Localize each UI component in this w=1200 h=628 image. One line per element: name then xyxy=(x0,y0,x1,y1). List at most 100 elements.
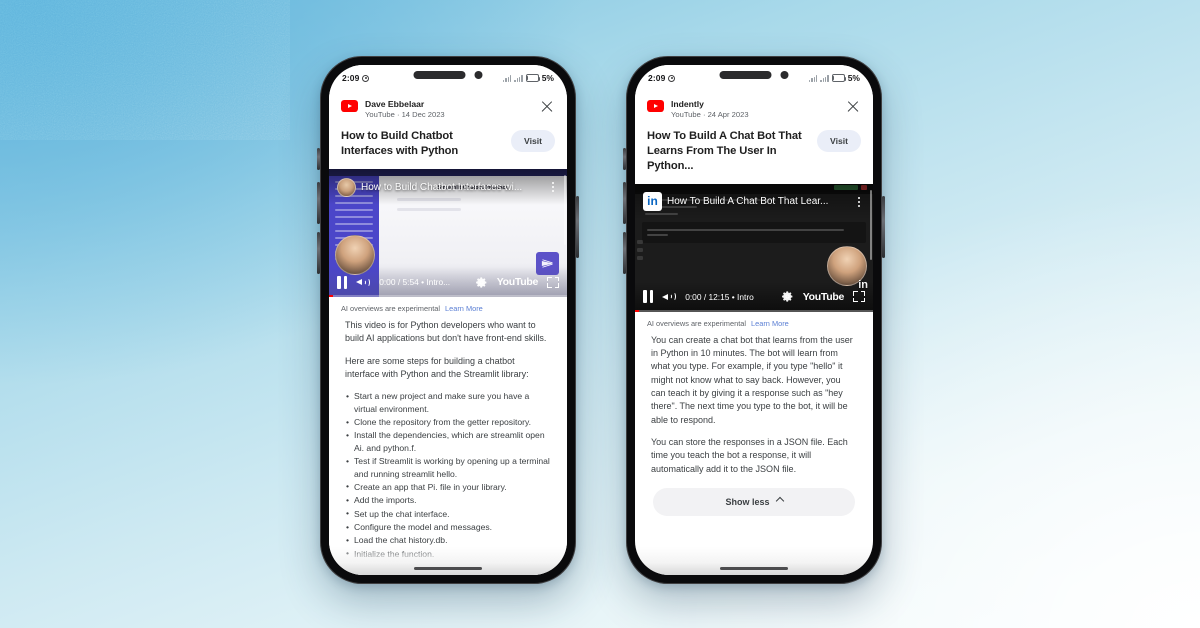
fullscreen-icon[interactable] xyxy=(547,276,559,288)
home-indicator[interactable] xyxy=(414,567,482,570)
editor-gutter xyxy=(637,236,643,264)
volume-icon[interactable] xyxy=(662,290,676,303)
power-button[interactable] xyxy=(576,196,579,258)
battery-percent: 5% xyxy=(541,73,554,83)
status-bar: 2:09 5% xyxy=(329,65,567,91)
player-top-overlay: in How To Build A Chat Bot That Lear... xyxy=(635,183,873,220)
list-item: Set up the chat interface. xyxy=(345,507,551,520)
progress-scrubber[interactable] xyxy=(329,295,567,298)
learn-more-link[interactable]: Learn More xyxy=(751,319,789,328)
source-row: Dave Ebbelaar YouTube · 14 Dec 2023 xyxy=(341,99,555,120)
video-player-left[interactable]: Streamlit Chatbot Interface How to Build… xyxy=(329,169,567,298)
learn-more-link[interactable]: Learn More xyxy=(445,304,483,313)
power-button[interactable] xyxy=(882,196,885,258)
cellular-signal-icon xyxy=(502,74,512,82)
silent-switch[interactable] xyxy=(317,148,320,170)
channel-name: Dave Ebbelaar xyxy=(365,99,425,109)
status-time: 2:09 xyxy=(648,73,666,83)
battery-percent: 5% xyxy=(847,73,860,83)
grain-overlay xyxy=(0,0,290,140)
youtube-wordmark: YouTube xyxy=(496,276,539,289)
player-overlay-title: How to Build Chatbot Interfaces wi... xyxy=(361,181,523,193)
ai-paragraph: You can store the responses in a JSON fi… xyxy=(651,437,848,474)
page-title: How to Build Chatbot Interfaces with Pyt… xyxy=(341,130,459,158)
player-time-label: 0:00 / 12:15 • Intro xyxy=(685,291,754,302)
gear-icon[interactable] xyxy=(781,290,794,303)
player-side-rail xyxy=(563,175,566,246)
status-bar: 2:09 5% xyxy=(635,65,873,91)
silent-switch[interactable] xyxy=(623,148,626,170)
list-item: Test if Streamlit is working by opening … xyxy=(345,455,551,480)
more-vertical-icon[interactable] xyxy=(547,182,559,193)
player-side-rail xyxy=(869,189,872,260)
location-icon xyxy=(362,74,370,82)
linkedin-logo-icon[interactable]: in xyxy=(643,192,662,212)
title-row: How To Build A Chat Bot That Learns From… xyxy=(647,120,861,183)
cellular-signal-icon-2 xyxy=(514,74,523,82)
close-icon[interactable] xyxy=(845,99,861,115)
source-row: Indently YouTube · 24 Apr 2023 xyxy=(647,99,861,120)
channel-avatar-icon[interactable] xyxy=(337,177,356,197)
list-item: Initialize the function. xyxy=(345,547,551,560)
more-vertical-icon[interactable] xyxy=(853,196,865,207)
list-item: Create an app that Pi. file in your libr… xyxy=(345,480,551,493)
volume-up-button[interactable] xyxy=(623,182,626,224)
player-top-overlay: How to Build Chatbot Interfaces wi... xyxy=(329,169,567,206)
result-card-header-right: Indently YouTube · 24 Apr 2023 How To Bu… xyxy=(635,91,873,184)
pause-icon[interactable] xyxy=(337,275,348,289)
list-item: Configure the model and messages. xyxy=(345,521,551,534)
show-less-label: Show less xyxy=(725,496,770,507)
ai-overview-body-right: You can create a chat bot that learns fr… xyxy=(647,334,861,476)
close-icon[interactable] xyxy=(539,99,555,115)
list-item: Start a new project and make sure you ha… xyxy=(345,390,551,415)
phone-screen-right: 2:09 5% Indently YouTube · 24 Apr 2023 H… xyxy=(635,65,873,575)
page-title: How To Build A Chat Bot That Learns From… xyxy=(647,130,802,173)
bottom-fade xyxy=(635,547,873,575)
presenter-webcam-bubble xyxy=(827,245,868,291)
ai-disclaimer-row: AI overviews are experimental Learn More xyxy=(647,319,861,334)
youtube-wordmark: YouTube xyxy=(802,290,845,303)
ai-overview-left: AI overviews are experimental Learn More… xyxy=(329,297,567,575)
gear-icon[interactable] xyxy=(475,276,488,289)
battery-icon xyxy=(525,74,541,82)
ai-steps-list: Start a new project and make sure you ha… xyxy=(345,390,551,575)
cellular-signal-icon xyxy=(808,74,818,82)
terminal-command-block xyxy=(642,221,866,243)
list-item: Load the chat history.db. xyxy=(345,534,551,547)
video-player-right[interactable]: in How To Build A Chat Bot That Lear... … xyxy=(635,183,873,312)
ai-disclaimer-row: AI overviews are experimental Learn More xyxy=(341,304,555,319)
volume-down-button[interactable] xyxy=(623,232,626,274)
visit-button[interactable]: Visit xyxy=(817,130,861,153)
pause-icon[interactable] xyxy=(643,290,654,304)
cellular-signal-icon-2 xyxy=(820,74,829,82)
volume-icon[interactable] xyxy=(356,276,370,289)
volume-down-button[interactable] xyxy=(317,232,320,274)
volume-up-button[interactable] xyxy=(317,182,320,224)
show-less-button[interactable]: Show less xyxy=(653,487,855,516)
fullscreen-icon[interactable] xyxy=(853,291,865,303)
ai-paragraph: This video is for Python developers who … xyxy=(345,320,547,344)
ai-overview-right: AI overviews are experimental Learn More… xyxy=(635,311,873,516)
list-item: Install the dependencies, which are stre… xyxy=(345,429,551,454)
source-meta: YouTube · 14 Dec 2023 xyxy=(365,110,445,120)
title-row: How to Build Chatbot Interfaces with Pyt… xyxy=(341,120,555,169)
home-indicator[interactable] xyxy=(720,567,788,570)
player-overlay-title: How To Build A Chat Bot That Lear... xyxy=(667,196,829,208)
poster-canvas: 2:09 5% Dave Ebbelaar YouTube · 14 Dec 2… xyxy=(0,0,1200,628)
player-controls-left: 0:00 / 5:54 • Intro... YouTube xyxy=(329,267,567,298)
phone-screen-left: 2:09 5% Dave Ebbelaar YouTube · 14 Dec 2… xyxy=(329,65,567,575)
status-time: 2:09 xyxy=(342,73,360,83)
result-card-header-left: Dave Ebbelaar YouTube · 14 Dec 2023 How … xyxy=(329,91,567,170)
ai-paragraph: Here are some steps for building a chatb… xyxy=(345,355,529,379)
chevron-up-icon xyxy=(775,496,784,506)
ai-overview-body-left: This video is for Python developers who … xyxy=(341,319,555,575)
source-meta: YouTube · 24 Apr 2023 xyxy=(671,110,749,120)
player-time-label: 0:00 / 5:54 • Intro... xyxy=(379,277,451,288)
list-item: Add the imports. xyxy=(345,494,551,507)
visit-button[interactable]: Visit xyxy=(511,130,555,153)
progress-scrubber[interactable] xyxy=(635,309,873,312)
list-item: Clone the repository from the getter rep… xyxy=(345,416,551,429)
ai-disclaimer-text: AI overviews are experimental xyxy=(647,318,746,328)
youtube-logo-icon xyxy=(647,100,664,112)
battery-icon xyxy=(831,74,847,82)
